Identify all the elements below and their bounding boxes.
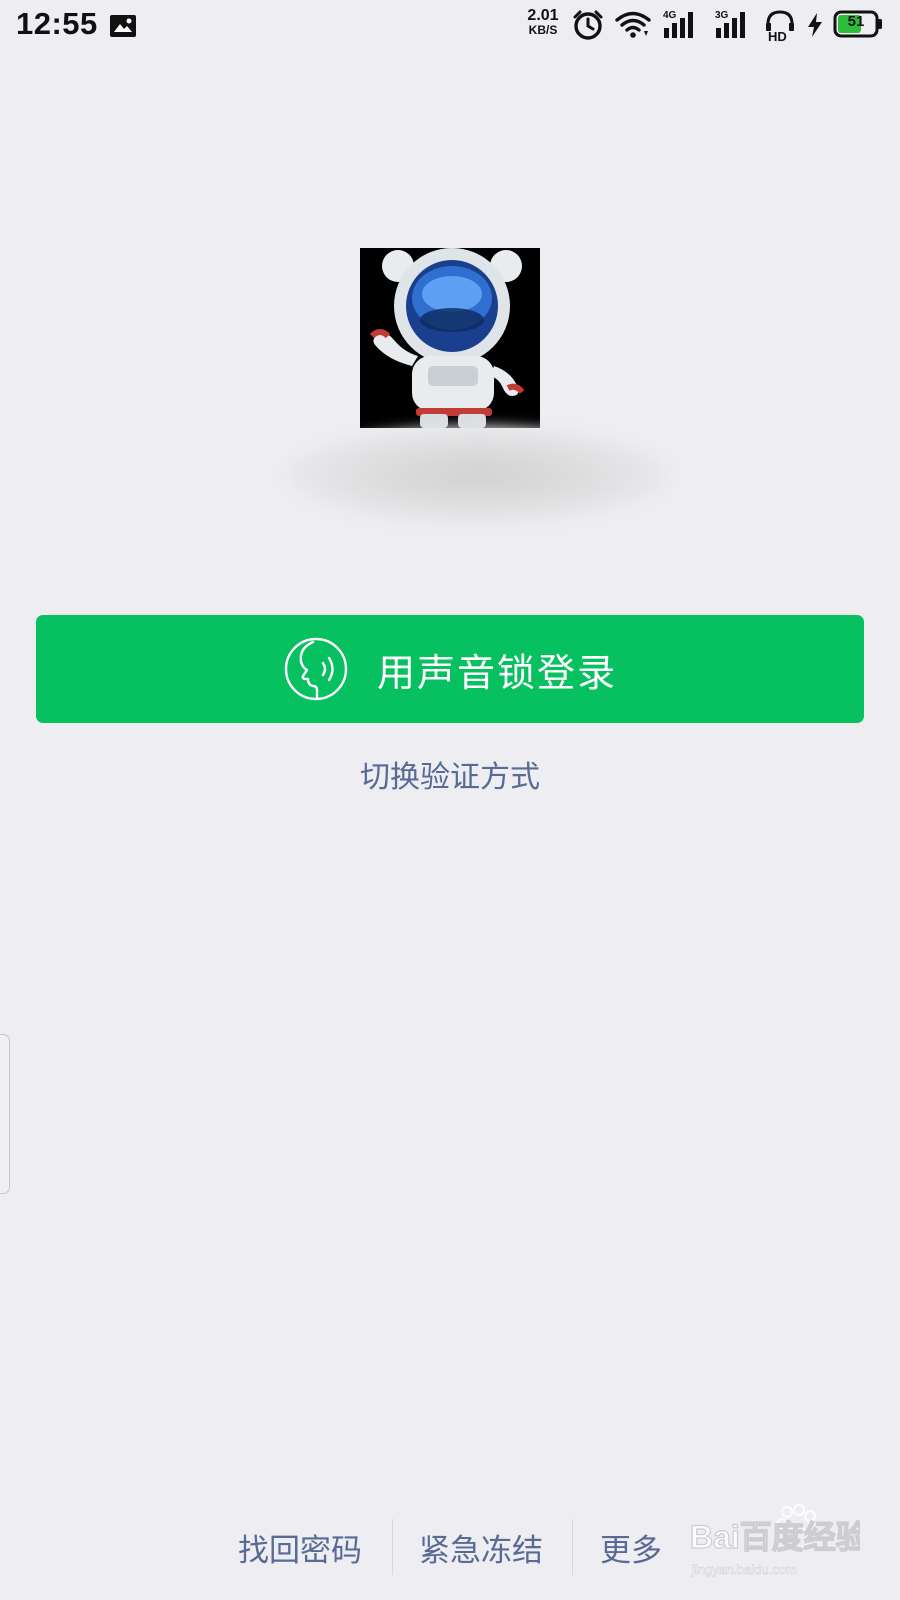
hd-label: HD — [768, 29, 787, 42]
switch-verification-method-link[interactable]: 切换验证方式 — [300, 752, 600, 796]
image-notification-icon — [110, 15, 136, 37]
signal-4g-label: 4G — [663, 10, 677, 21]
emergency-freeze-link[interactable]: 紧急冻结 — [419, 1525, 543, 1570]
bottom-divider — [572, 1519, 573, 1575]
watermark-brand: Bai百度经验 — [690, 1519, 860, 1555]
status-bar: 12:55 2.01 KB/S 4G 3G HD 51 — [0, 0, 900, 50]
signal-3g-label: 3G — [715, 10, 729, 21]
signal-3g-icon: 3G — [715, 10, 745, 38]
voice-lock-login-button[interactable]: 用声音锁登录 — [36, 615, 864, 723]
status-time: 12:55 — [16, 6, 98, 41]
signal-4g-icon: 4G — [663, 10, 693, 38]
voice-face-icon — [284, 637, 348, 701]
net-speed-value: 2.01 — [527, 7, 559, 24]
hd-voice-icon: HD — [766, 10, 794, 42]
bottom-divider — [392, 1519, 393, 1575]
astronaut-avatar — [360, 248, 540, 428]
charging-icon — [808, 13, 822, 37]
more-link[interactable]: 更多 — [600, 1525, 662, 1570]
battery-level: 51 — [847, 13, 865, 30]
username-blurred — [285, 425, 670, 525]
voice-lock-login-label: 用声音锁登录 — [376, 650, 617, 695]
avatar — [360, 248, 540, 428]
wifi-icon — [615, 11, 651, 38]
network-speed: 2.01 KB/S — [524, 8, 562, 38]
recover-password-link[interactable]: 找回密码 — [238, 1525, 362, 1570]
net-speed-unit: KB/S — [528, 23, 558, 37]
alarm-icon — [573, 10, 603, 40]
baidu-jingyan-watermark: Bai百度经验 jingyan.baidu.com — [690, 1503, 860, 1577]
watermark-url: jingyan.baidu.com — [691, 1562, 797, 1577]
floating-side-handle[interactable] — [0, 1034, 10, 1194]
